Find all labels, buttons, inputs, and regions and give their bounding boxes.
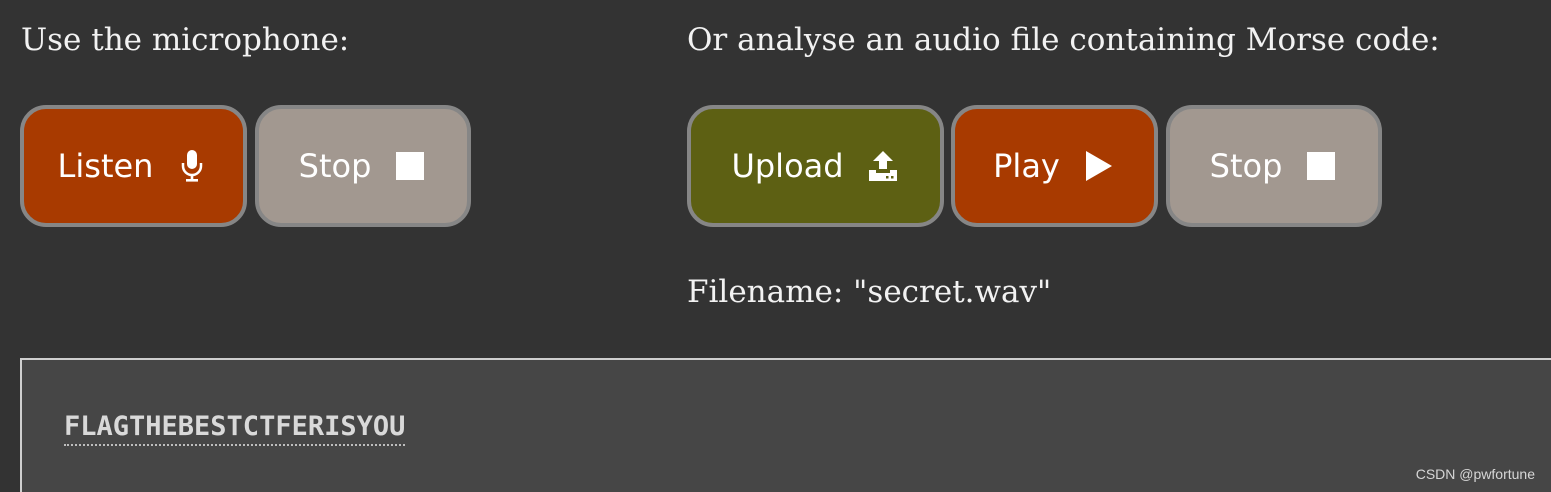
upload-icon	[866, 149, 900, 183]
microphone-heading: Use the microphone:	[21, 22, 350, 58]
listen-button[interactable]: Listen	[20, 105, 247, 227]
decoded-output-panel: FLAGTHEBESTCTFERISYOU	[20, 358, 1551, 492]
play-icon	[1082, 149, 1116, 183]
filename-text: Filename: "secret.wav"	[687, 274, 1052, 310]
mic-stop-button-label: Stop	[298, 147, 372, 185]
upload-button-label: Upload	[731, 147, 844, 185]
watermark: CSDN @pwfortune	[1415, 466, 1535, 482]
play-button-label: Play	[993, 147, 1060, 185]
upload-button[interactable]: Upload	[687, 105, 944, 227]
audio-file-heading: Or analyse an audio file containing Mors…	[687, 22, 1440, 58]
file-stop-button[interactable]: Stop	[1166, 105, 1382, 227]
stop-square-icon	[1304, 149, 1338, 183]
play-button[interactable]: Play	[951, 105, 1158, 227]
stop-square-icon	[393, 149, 427, 183]
listen-button-label: Listen	[57, 147, 154, 185]
decoded-text: FLAGTHEBESTCTFERISYOU	[64, 410, 406, 446]
microphone-icon	[175, 149, 209, 183]
file-stop-button-label: Stop	[1209, 147, 1283, 185]
mic-stop-button[interactable]: Stop	[255, 105, 471, 227]
